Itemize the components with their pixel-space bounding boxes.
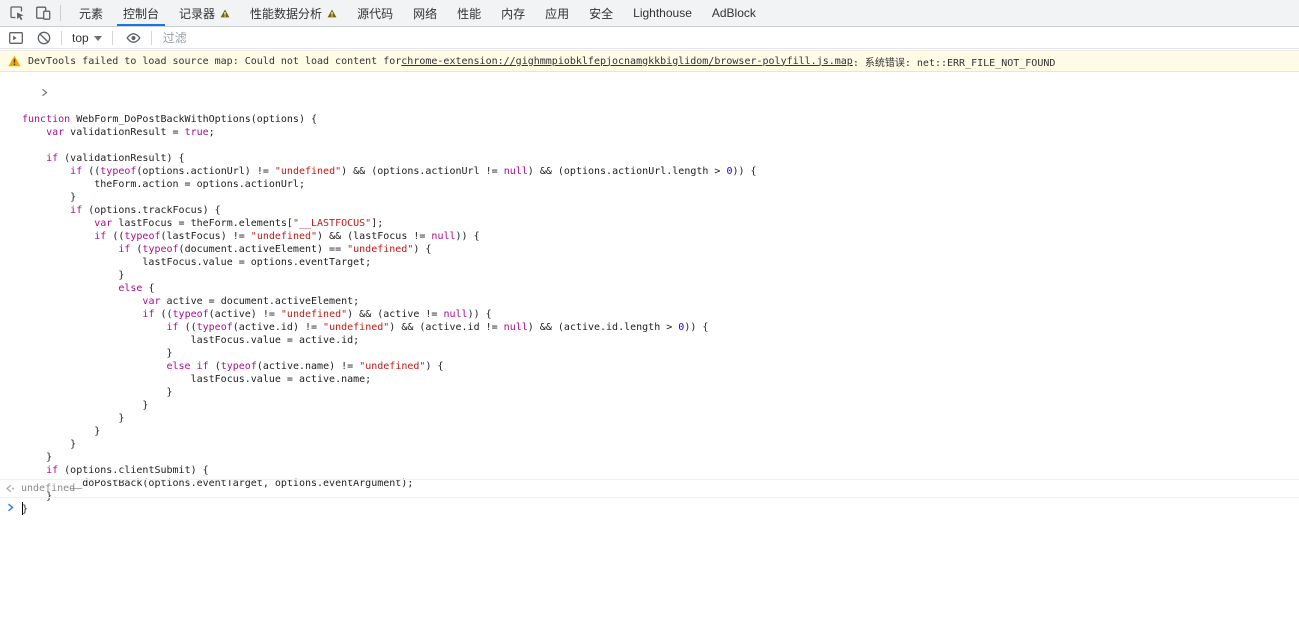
tab-memory[interactable]: 内存	[491, 0, 535, 26]
toolbar-separator	[151, 31, 152, 45]
code-line: if ((typeof(options.actionUrl) != "undef…	[22, 165, 1299, 178]
console-sidebar-toggle-button[interactable]	[4, 29, 28, 47]
code-line: else {	[22, 282, 1299, 295]
javascript-context-selector[interactable]: top	[67, 31, 107, 45]
code-line: lastFocus.value = active.id;	[22, 334, 1299, 347]
tab-label: 元素	[79, 5, 103, 22]
code-line: }	[22, 425, 1299, 438]
tab-console[interactable]: 控制台	[113, 0, 169, 26]
console-result-row: undefined	[0, 479, 1299, 496]
result-value: undefined	[21, 483, 75, 494]
console-filter-input[interactable]	[163, 31, 423, 45]
console-prompt-chevron-icon	[7, 503, 14, 512]
code-line: if ((typeof(active) != "undefined") && (…	[22, 308, 1299, 321]
tab-label: Lighthouse	[633, 6, 692, 20]
device-toolbar-icon	[35, 5, 51, 21]
console-input-chevron-icon	[5, 75, 48, 114]
warning-triangle-icon	[8, 55, 21, 67]
code-line: if ((typeof(lastFocus) != "undefined") &…	[22, 230, 1299, 243]
devtools-window: 元素 控制台 记录器 性能数据分析 源代码 网络 性能 内存 应用 安全 Lighthouse AdB…	[0, 0, 1299, 622]
console-input-echo: function WebForm_DoPostBackWithOptions(o…	[0, 74, 1299, 542]
toolbar-separator	[61, 31, 62, 45]
console-code-block: function WebForm_DoPostBackWithOptions(o…	[0, 113, 1299, 516]
tab-label: 安全	[589, 5, 613, 22]
clear-console-icon	[36, 30, 52, 46]
code-line: }	[22, 399, 1299, 412]
console-sidebar-icon	[8, 30, 24, 46]
tab-label: 性能	[457, 5, 481, 22]
tab-label: 网络	[413, 5, 437, 22]
code-line: }	[22, 386, 1299, 399]
tab-label: 记录器	[179, 5, 215, 22]
text-cursor	[22, 502, 23, 515]
panel-tabs: 元素 控制台 记录器 性能数据分析 源代码 网络 性能 内存 应用 安全 Lighthouse AdB…	[69, 0, 766, 26]
code-line: theForm.action = options.actionUrl;	[22, 178, 1299, 191]
code-line: var active = document.activeElement;	[22, 295, 1299, 308]
tab-network[interactable]: 网络	[403, 0, 447, 26]
code-line	[22, 139, 1299, 152]
code-line: else if (typeof(active.name) != "undefin…	[22, 360, 1299, 373]
return-value-arrow-icon	[5, 484, 15, 493]
tab-label: 控制台	[123, 5, 159, 22]
code-line: if (options.trackFocus) {	[22, 204, 1299, 217]
tab-recorder[interactable]: 记录器	[169, 0, 240, 26]
code-line: }	[22, 269, 1299, 282]
code-line: }	[22, 438, 1299, 451]
live-expression-button[interactable]	[122, 29, 146, 47]
code-line: }	[22, 451, 1299, 464]
tab-elements[interactable]: 元素	[69, 0, 113, 26]
tab-security[interactable]: 安全	[579, 0, 623, 26]
code-line: }	[22, 412, 1299, 425]
tab-performance[interactable]: 性能	[447, 0, 491, 26]
code-line: if (typeof(document.activeElement) == "u…	[22, 243, 1299, 256]
inspect-cursor-icon	[9, 5, 25, 21]
tab-sources[interactable]: 源代码	[347, 0, 403, 26]
tab-application[interactable]: 应用	[535, 0, 579, 26]
tab-label: 性能数据分析	[250, 5, 322, 22]
code-line: }	[22, 347, 1299, 360]
console-prompt[interactable]	[0, 497, 1299, 519]
chevron-down-icon	[94, 36, 102, 41]
code-line: lastFocus.value = options.eventTarget;	[22, 256, 1299, 269]
console-toolbar: top	[0, 28, 1299, 49]
code-line: var validationResult = true;	[22, 126, 1299, 139]
warning-text-after: : 系统错误: net::ERR_FILE_NOT_FOUND	[853, 54, 1056, 69]
tab-label: 应用	[545, 5, 569, 22]
devtools-tabbar: 元素 控制台 记录器 性能数据分析 源代码 网络 性能 内存 应用 安全 Lighthouse AdB…	[0, 0, 1299, 27]
code-line: lastFocus.value = active.name;	[22, 373, 1299, 386]
tab-label: 源代码	[357, 5, 393, 22]
device-toolbar-button[interactable]	[30, 0, 56, 26]
console-warning-message: DevTools failed to load source map: Coul…	[0, 50, 1299, 72]
warning-badge-icon	[327, 9, 337, 18]
tab-performance-insights[interactable]: 性能数据分析	[240, 0, 347, 26]
warning-text-before: DevTools failed to load source map: Coul…	[28, 56, 401, 67]
toolbar-separator	[60, 5, 61, 21]
code-line: function WebForm_DoPostBackWithOptions(o…	[22, 113, 1299, 126]
warning-badge-icon	[220, 9, 230, 18]
source-map-link[interactable]: chrome-extension://gighmmpiobklfepjocnam…	[401, 56, 853, 67]
tab-adblock[interactable]: AdBlock	[702, 0, 766, 26]
code-line: }	[22, 191, 1299, 204]
tab-label: AdBlock	[712, 6, 756, 20]
code-line: if (options.clientSubmit) {	[22, 464, 1299, 477]
context-selector-label: top	[72, 31, 89, 45]
inspect-element-button[interactable]	[4, 0, 30, 26]
eye-icon	[125, 30, 142, 46]
tab-lighthouse[interactable]: Lighthouse	[623, 0, 702, 26]
clear-console-button[interactable]	[32, 29, 56, 47]
code-line: var lastFocus = theForm.elements["__LAST…	[22, 217, 1299, 230]
toolbar-separator	[112, 31, 113, 45]
tab-label: 内存	[501, 5, 525, 22]
code-line: if ((typeof(active.id) != "undefined") &…	[22, 321, 1299, 334]
code-line: if (validationResult) {	[22, 152, 1299, 165]
